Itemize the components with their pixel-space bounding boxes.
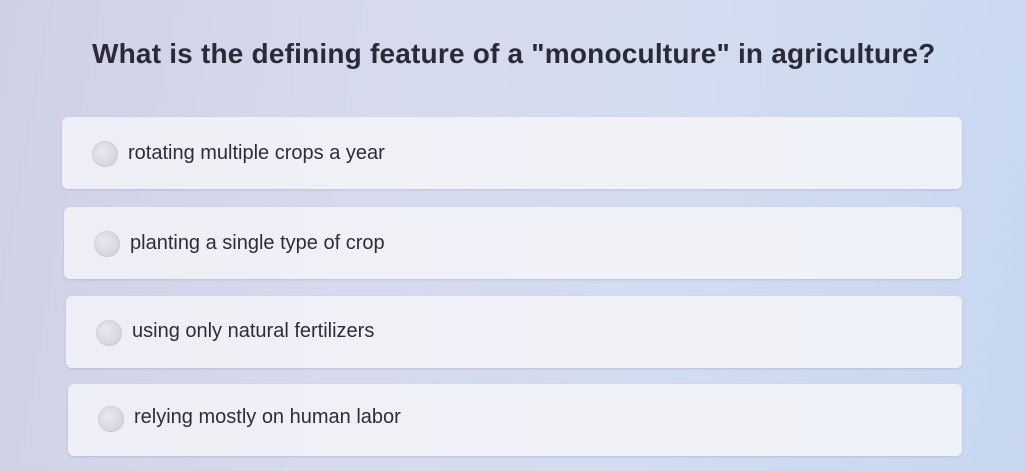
answer-option-label: rotating multiple crops a year bbox=[128, 142, 385, 164]
radio-button-icon[interactable] bbox=[96, 320, 122, 346]
radio-button-icon[interactable] bbox=[92, 141, 118, 167]
answer-option-2[interactable]: planting a single type of crop bbox=[64, 207, 962, 279]
answer-option-3[interactable]: using only natural fertilizers bbox=[66, 296, 962, 368]
answer-option-label: using only natural fertilizers bbox=[132, 320, 375, 342]
radio-button-icon[interactable] bbox=[94, 231, 120, 257]
answer-option-4[interactable]: relying mostly on human labor bbox=[68, 384, 962, 456]
answer-option-1[interactable]: rotating multiple crops a year bbox=[62, 117, 962, 189]
answer-option-label: planting a single type of crop bbox=[130, 232, 385, 254]
radio-button-icon[interactable] bbox=[98, 406, 124, 432]
question-text: What is the defining feature of a "monoc… bbox=[92, 38, 936, 69]
answer-option-label: relying mostly on human labor bbox=[134, 406, 401, 428]
